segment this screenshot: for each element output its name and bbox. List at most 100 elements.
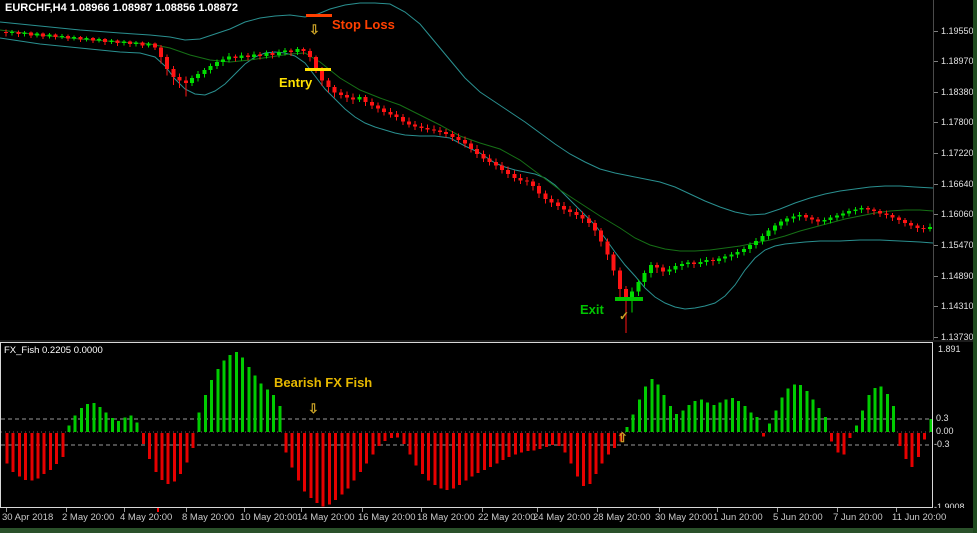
time-axis-tick [186,508,187,512]
price-axis-tick [934,184,938,185]
price-axis-label: 1.16060 [941,209,974,219]
candle-body [785,219,789,222]
time-axis-tick [124,508,125,512]
fx-fish-bar [570,433,573,463]
fx-fish-bar [30,433,33,481]
candle-wick [657,262,658,273]
stop-loss-dash[interactable] [306,14,332,17]
fx-fish-bar [6,433,9,463]
candle-body [705,260,709,262]
time-axis-tick [482,508,483,512]
time-axis-tick [597,508,598,512]
fx-fish-bar [421,433,424,474]
fx-fish-bar [254,376,257,432]
price-axis-tick [934,61,938,62]
candle-body [339,92,343,95]
time-axis-label: 2 May 20:00 [62,512,114,523]
candle-body [128,42,132,45]
candle-body [928,227,932,229]
price-axis-label: 1.17220 [941,148,974,158]
candle-body [884,213,888,215]
exit-check-icon[interactable]: ✓ [619,309,629,323]
fx-fish-bar [502,433,505,460]
fx-fish-bar [880,387,883,432]
candle-body [736,252,740,255]
time-axis-label: 5 Jun 20:00 [773,512,823,523]
candle-body [543,194,547,199]
candle-body [550,199,554,203]
candle-body [351,98,355,100]
time-axis-tick [717,508,718,512]
fx-fish-bar [688,405,691,432]
fx-fish-bar [92,403,95,432]
indicator-zero-label: 0.00 [936,426,954,436]
time-axis-label: 8 May 20:00 [182,512,234,523]
price-axis-label: 1.16640 [941,179,974,189]
fx-fish-bar [892,406,895,432]
candle-body [475,149,479,154]
fx-fish-bar [712,405,715,432]
fx-fish-bar [669,406,672,432]
fx-fish-bar [533,433,536,450]
candle-body [202,70,206,74]
entry-dash[interactable] [305,68,331,71]
time-axis-label: 30 May 20:00 [655,512,713,523]
price-axis-label: 1.18380 [941,87,974,97]
candle-body [767,231,771,236]
time-axis-tick [362,508,363,512]
fx-fish-bar [86,404,89,432]
bearish-arrow-icon[interactable]: ⇩ [308,401,319,417]
time-axis-tick [6,508,7,512]
fx-fish-bar [489,433,492,467]
fx-fish-bar [818,408,821,432]
fx-fish-bar [185,433,188,462]
candle-body [643,273,647,282]
entry-label[interactable]: Entry [279,75,312,90]
candle-body [804,215,808,218]
candle-body [488,158,492,162]
candle-body [432,129,436,130]
candle-wick [799,212,800,220]
price-axis-tick [934,276,938,277]
fish-up-arrow-icon[interactable]: ⇧ [617,430,628,446]
candle-body [667,269,671,271]
stop-loss-arrow-icon[interactable]: ⇩ [309,22,320,38]
fx-fish-bar [805,391,808,432]
fx-fish-bar [297,433,300,481]
fx-fish-histogram[interactable] [1,343,932,507]
exit-label[interactable]: Exit [580,302,604,317]
candle-body [661,268,665,272]
candle-body [271,53,275,55]
candle-body [754,241,758,245]
fx-fish-bar [204,395,207,432]
candle-body [438,130,442,132]
candle-body [457,137,461,140]
candle-body [184,81,188,83]
candle-body [122,42,126,44]
time-axis-tick [659,508,660,512]
stop-loss-label[interactable]: Stop Loss [332,17,395,32]
fx-fish-bar [446,433,449,490]
candle-body [593,223,597,231]
candle-body [711,260,715,261]
fx-fish-bar [130,416,133,432]
fx-fish-bar [595,433,598,474]
fx-fish-bar [223,361,226,432]
candle-body [463,140,467,144]
time-axis-tick [777,508,778,512]
fx-fish-bar [601,433,604,463]
fx-fish-bar [582,433,585,486]
candle-body [897,218,901,221]
fx-fish-bar [843,433,846,455]
main-price-chart[interactable] [0,0,933,341]
price-axis: 1.195501.189701.183801.178001.172201.166… [933,0,977,341]
candle-body [891,215,895,218]
exit-dash[interactable] [615,297,643,301]
bearish-fx-fish-label[interactable]: Bearish FX Fish [274,375,372,390]
candle-body [41,34,45,37]
price-axis-label: 1.14890 [941,271,974,281]
fx-fish-bar [291,433,294,468]
candle-body [723,257,727,259]
fx-fish-bar [464,433,467,481]
fx-fish-indicator-panel [0,342,933,508]
